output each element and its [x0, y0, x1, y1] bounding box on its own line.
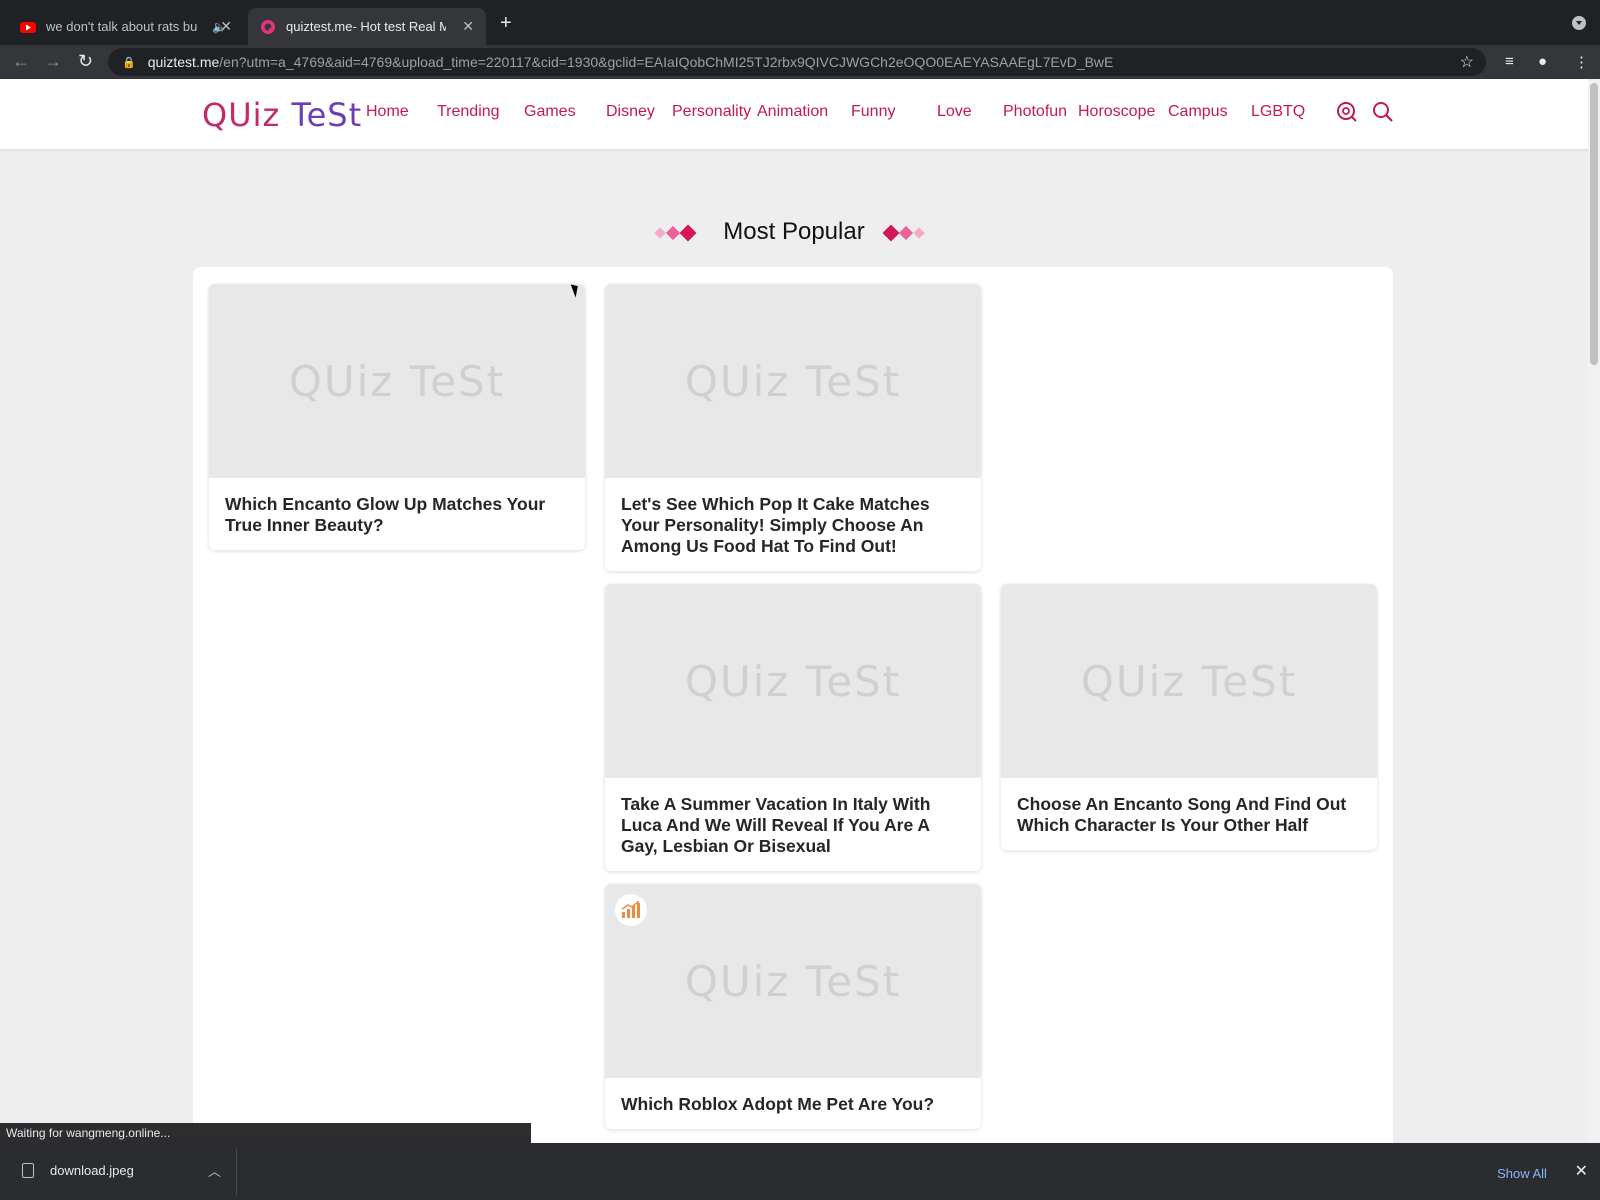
diamond-icon [913, 227, 925, 239]
nav-campus[interactable]: Campus [1168, 103, 1228, 121]
scrollbar-thumb[interactable] [1590, 83, 1598, 365]
nav-disney[interactable]: Disney [606, 103, 655, 121]
close-tab-icon[interactable]: ✕ [462, 18, 474, 35]
page-scrollbar[interactable] [1588, 79, 1600, 1143]
quiz-thumbnail[interactable]: QUiz TeSt [605, 584, 981, 778]
bookmark-star-icon[interactable]: ☆ [1460, 52, 1474, 72]
close-tab-icon[interactable]: ✕ [220, 18, 232, 35]
file-icon [22, 1163, 34, 1178]
quiz-title[interactable]: Choose An Encanto Song And Find Out Whic… [1001, 778, 1377, 850]
youtube-icon [20, 21, 36, 33]
quiz-card[interactable]: QUiz TeSt Let's See Which Pop It Cake Ma… [605, 284, 981, 571]
browser-toolbar: ← → ↻ 🔒 quiztest.me/en?utm=a_4769&aid=47… [0, 45, 1600, 79]
diamond-icon [882, 224, 900, 242]
quiz-title[interactable]: Which Roblox Adopt Me Pet Are You? [605, 1078, 981, 1129]
thumbnail-watermark: QUiz TeSt [288, 356, 506, 406]
thumbnail-watermark: QUiz TeSt [684, 656, 902, 706]
quiz-card[interactable]: QUiz TeSt Which Encanto Glow Up Matches … [209, 284, 585, 550]
quiz-thumbnail[interactable]: QUiz TeSt [605, 884, 981, 1078]
quiz-title[interactable]: Let's See Which Pop It Cake Matches Your… [605, 478, 981, 571]
nav-trending[interactable]: Trending [437, 103, 500, 121]
nav-animation[interactable]: Animation [757, 103, 828, 121]
status-bubble: Waiting for wangmeng.online... [0, 1123, 531, 1143]
nav-love[interactable]: Love [937, 103, 972, 121]
quiz-card[interactable]: QUiz TeSt Take A Summer Vacation In Ital… [605, 584, 981, 871]
nav-funny[interactable]: Funny [851, 103, 895, 121]
tab-search-icon[interactable] [1572, 16, 1586, 30]
new-tab-icon[interactable]: + [500, 12, 512, 35]
thumbnail-watermark: QUiz TeSt [1080, 656, 1298, 706]
quiz-title[interactable]: Take A Summer Vacation In Italy With Luc… [605, 778, 981, 871]
nav-photofun[interactable]: Photofun [1003, 103, 1067, 121]
thumbnail-watermark: QUiz TeSt [684, 956, 902, 1006]
url-host: quiztest.me [147, 54, 220, 70]
browser-tabstrip: we don't talk about rats bu 🔈 ✕ quiztest… [0, 0, 1600, 45]
download-shelf: download.jpeg ︿ Show All ✕ [0, 1143, 1600, 1200]
tab-youtube[interactable]: we don't talk about rats bu 🔈 ✕ [8, 8, 244, 45]
quiz-card[interactable]: QUiz TeSt Which Roblox Adopt Me Pet Are … [605, 884, 981, 1129]
close-icon[interactable]: ✕ [1575, 1161, 1588, 1181]
title-decoration-right [882, 224, 925, 242]
quiz-title[interactable]: Which Encanto Glow Up Matches Your True … [209, 478, 585, 550]
tab-title: we don't talk about rats bu [46, 19, 198, 34]
reload-icon[interactable]: ↻ [78, 51, 93, 72]
back-icon[interactable]: ← [12, 51, 30, 72]
thumbnail-watermark: QUiz TeSt [684, 356, 902, 406]
download-item[interactable]: download.jpeg [22, 1163, 134, 1178]
nav-horoscope[interactable]: Horoscope [1078, 103, 1155, 121]
search-icon[interactable] [1372, 101, 1394, 123]
quiz-thumbnail[interactable]: QUiz TeSt [605, 284, 981, 478]
divider [236, 1149, 237, 1195]
lock-icon[interactable]: 🔒 [122, 56, 136, 69]
quiz-thumbnail[interactable]: QUiz TeSt [209, 284, 585, 478]
nav-lgbtq[interactable]: LGBTQ [1251, 103, 1305, 121]
logo-part1: QUiz [202, 96, 292, 134]
tab-quiztest[interactable]: quiztest.me- Hot test Real Me ✕ [248, 8, 486, 45]
diamond-icon [898, 225, 914, 241]
nav-home[interactable]: Home [366, 103, 409, 121]
logo-part2: TeSt [291, 96, 363, 134]
site-header: QUiz TeSt Home Trending Games Disney Per… [0, 79, 1588, 149]
trending-chart-icon [615, 894, 647, 926]
section-title: Most Popular [723, 218, 865, 245]
quiz-search-icon[interactable] [1336, 101, 1358, 123]
show-all-button[interactable]: Show All [1480, 1159, 1564, 1187]
quiztest-logo[interactable]: QUiz TeSt [202, 96, 362, 134]
quiz-thumbnail[interactable]: QUiz TeSt [1001, 584, 1377, 778]
forward-icon[interactable]: → [44, 51, 62, 72]
url-path: /en?utm=a_4769&aid=4769&upload_time=2201… [219, 54, 1114, 70]
reading-list-icon[interactable]: ≡ [1505, 53, 1514, 70]
quiztest-favicon-icon [261, 19, 275, 34]
quiz-card[interactable]: QUiz TeSt Choose An Encanto Song And Fin… [1001, 584, 1377, 850]
profile-icon[interactable]: ● [1538, 53, 1547, 70]
menu-kebab-icon[interactable]: ⋮ [1574, 53, 1589, 71]
tab-title: quiztest.me- Hot test Real Me [286, 19, 446, 34]
nav-games[interactable]: Games [524, 103, 576, 121]
popular-quiz-panel: QUiz TeSt Which Encanto Glow Up Matches … [193, 267, 1393, 1167]
nav-personality[interactable]: Personality [672, 103, 751, 121]
download-filename: download.jpeg [50, 1163, 134, 1178]
chevron-up-icon[interactable]: ︿ [208, 1161, 221, 1180]
address-bar[interactable]: 🔒 quiztest.me/en?utm=a_4769&aid=4769&upl… [108, 48, 1486, 76]
